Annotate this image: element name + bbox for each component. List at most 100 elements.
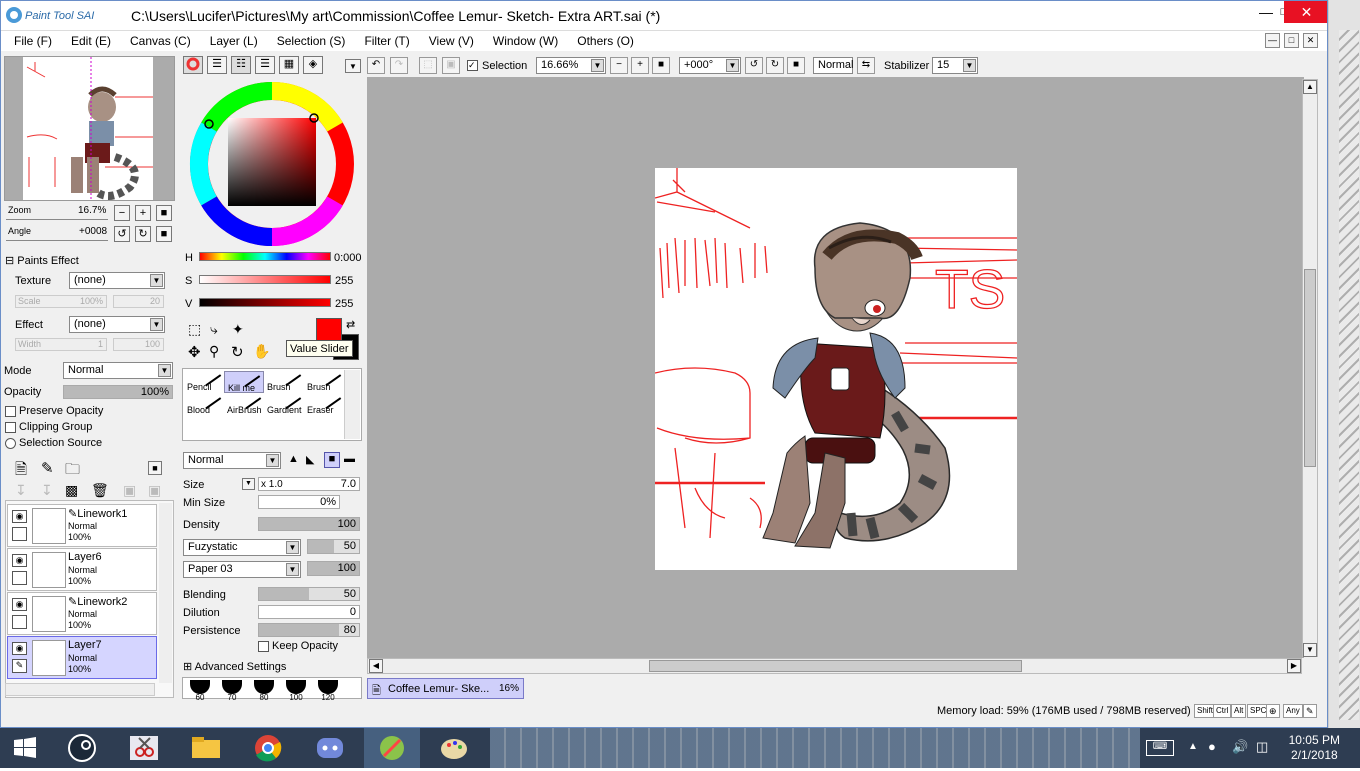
texture-select[interactable]: (none) ▼ — [69, 272, 165, 289]
rect-select-icon[interactable]: ⬚ — [188, 321, 201, 338]
effect-select[interactable]: (none) ▼ — [69, 316, 165, 333]
brush-tool-brush[interactable]: Brush — [304, 367, 344, 393]
zoom-slider[interactable] — [6, 214, 108, 220]
rotate-icon[interactable]: ↻ — [231, 343, 244, 361]
width-slider[interactable]: Width 1 — [15, 338, 107, 351]
brush-tool-brush[interactable]: Brush — [264, 367, 304, 393]
zoom-out-icon[interactable]: − — [610, 57, 628, 74]
zoom-in-button[interactable]: + — [135, 205, 151, 221]
brush-tool-gardient[interactable]: Gardient — [264, 390, 304, 416]
lasso-icon[interactable]: ⤷ — [210, 321, 218, 338]
zoom-select[interactable]: 16.66% ▼ — [536, 57, 606, 74]
rotation-select[interactable]: +000° ▼ — [679, 57, 741, 74]
menu-others[interactable]: Others (O) — [564, 31, 640, 48]
layer-mask-icon[interactable]: ▣ — [123, 482, 136, 499]
move-icon[interactable]: ✥ — [188, 343, 201, 361]
show-hidden-icons-icon[interactable]: ▲ — [1188, 741, 1198, 752]
brush-blend-select[interactable]: Normal ▼ — [183, 452, 281, 469]
rotate-left-button[interactable]: ↺ — [114, 226, 130, 242]
taskbar-chrome[interactable] — [240, 728, 296, 768]
vertical-scroll-thumb[interactable] — [1304, 269, 1316, 467]
chevron-down-icon[interactable]: ▼ — [242, 478, 255, 490]
new-folder-icon[interactable]: 🗀 — [65, 459, 80, 484]
menu-canvas[interactable]: Canvas (C) — [117, 31, 197, 48]
zoom-in-icon[interactable]: + — [631, 57, 649, 74]
doc-close-button[interactable]: ✕ — [1303, 33, 1318, 48]
rgb-slider-tab-icon[interactable]: ☰ — [207, 56, 227, 74]
menu-layer[interactable]: Layer (L) — [197, 31, 264, 48]
zoom-reset-button[interactable]: ■ — [156, 205, 172, 221]
layer-row[interactable]: ◉ ✎Linework1 Normal 100% — [7, 504, 157, 547]
menu-view[interactable]: View (V) — [416, 31, 480, 48]
visibility-eye-icon[interactable]: ◉ — [12, 642, 27, 655]
start-button[interactable] — [0, 728, 50, 768]
layer-edit-pen-icon[interactable] — [12, 615, 27, 629]
discord-tray-icon[interactable]: ● — [1208, 739, 1216, 754]
apply-mask-icon[interactable]: ▣ — [148, 482, 161, 499]
clock[interactable]: 10:05 PM 2/1/2018 — [1289, 733, 1340, 763]
min-size-slider[interactable]: 0% — [258, 495, 340, 509]
show-selection-checkbox[interactable]: ✓ — [467, 60, 478, 71]
deselect-icon[interactable]: ⬚ — [419, 57, 437, 74]
size-slider[interactable]: x 1.0 7.0 — [258, 477, 360, 491]
advanced-settings-toggle[interactable]: ⊞ Advanced Settings — [183, 660, 286, 673]
zoom-out-button[interactable]: − — [114, 205, 130, 221]
layer-opacity-slider[interactable]: 100% — [63, 385, 173, 399]
layer-edit-pen-icon[interactable] — [12, 571, 27, 585]
rotate-cw-icon[interactable]: ↻ — [766, 57, 784, 74]
taskbar-snipping-tool[interactable] — [116, 728, 172, 768]
paper-texture-strength[interactable]: 100 — [307, 561, 360, 576]
swap-colors-icon[interactable]: ⇄ — [346, 318, 355, 331]
dilution-slider[interactable]: 0 — [258, 605, 360, 619]
new-linework-layer-icon[interactable]: ✎ — [41, 459, 54, 477]
brush-shape-medium-icon[interactable]: ◣ — [306, 453, 314, 466]
menu-filter[interactable]: Filter (T) — [351, 31, 415, 48]
taskbar-file-explorer[interactable] — [178, 728, 234, 768]
redo-icon[interactable]: ↷ — [390, 57, 408, 74]
close-button[interactable]: ✕ — [1284, 1, 1327, 23]
menu-selection[interactable]: Selection (S) — [264, 31, 352, 48]
layer-mode-select[interactable]: Normal ▼ — [63, 362, 173, 379]
network-icon[interactable]: ◫ — [1256, 739, 1268, 755]
horizontal-scroll-thumb[interactable] — [649, 660, 1022, 672]
mixer-tab-icon[interactable]: ☰ — [255, 56, 275, 74]
volume-icon[interactable]: 🔊 — [1232, 739, 1248, 755]
layer-list-scrollbar[interactable] — [159, 503, 172, 683]
scale-number[interactable]: 20 — [113, 295, 164, 308]
paper-texture-select[interactable]: Paper 03 ▼ — [183, 561, 301, 578]
density-slider[interactable]: 100 — [258, 517, 360, 531]
brush-tool-kill-me[interactable]: Kill me — [224, 368, 264, 393]
angle-slider[interactable] — [6, 235, 108, 241]
clear-layer-icon[interactable]: ▩ — [65, 482, 78, 499]
primary-color-swatch[interactable] — [316, 318, 342, 341]
taskbar-paint[interactable] — [426, 728, 482, 768]
brush-tool-airbrush[interactable]: AirBrush — [224, 390, 264, 416]
keyboard-icon[interactable]: ⌨ — [1146, 740, 1174, 756]
brush-size-preset[interactable]: 80 — [251, 680, 277, 706]
doc-minimize-button[interactable]: — — [1265, 33, 1280, 48]
taskbar-paint-tool-sai[interactable] — [364, 728, 420, 768]
taskbar-discord[interactable] — [302, 728, 358, 768]
drawing-canvas[interactable]: TS — [654, 168, 1018, 570]
document-tab[interactable]: 🗎 Coffee Lemur- Ske... 16% — [367, 678, 524, 699]
rotate-ccw-icon[interactable]: ↺ — [745, 57, 763, 74]
brush-size-preset[interactable]: 70 — [219, 680, 245, 706]
brush-shape-square-icon[interactable]: ▬ — [344, 453, 355, 465]
bristle-texture-strength[interactable]: 50 — [307, 539, 360, 554]
keep-opacity-checkbox[interactable] — [258, 641, 269, 652]
transfer-down-icon[interactable]: ↧ — [15, 482, 27, 499]
menu-edit[interactable]: Edit (E) — [58, 31, 117, 48]
visibility-eye-icon[interactable]: ◉ — [12, 598, 27, 611]
scroll-up-icon[interactable]: ▲ — [1303, 80, 1317, 94]
clipping-group-checkbox[interactable] — [5, 422, 16, 433]
navigator-preview[interactable] — [4, 56, 175, 201]
zoom-fit-icon[interactable]: ■ — [652, 57, 670, 74]
bristle-texture-select[interactable]: Fuzystatic ▼ — [183, 539, 301, 556]
brush-tool-eraser[interactable]: Eraser — [304, 390, 344, 416]
stabilizer-select[interactable]: 15 ▼ — [932, 57, 978, 74]
menu-window[interactable]: Window (W) — [480, 31, 564, 48]
brush-tool-pencil[interactable]: Pencil — [184, 367, 224, 393]
rotate-reset-button[interactable]: ■ — [156, 226, 172, 242]
merge-down-icon[interactable]: ↧ — [41, 482, 53, 499]
chevron-down-icon[interactable]: ▼ — [345, 59, 361, 73]
